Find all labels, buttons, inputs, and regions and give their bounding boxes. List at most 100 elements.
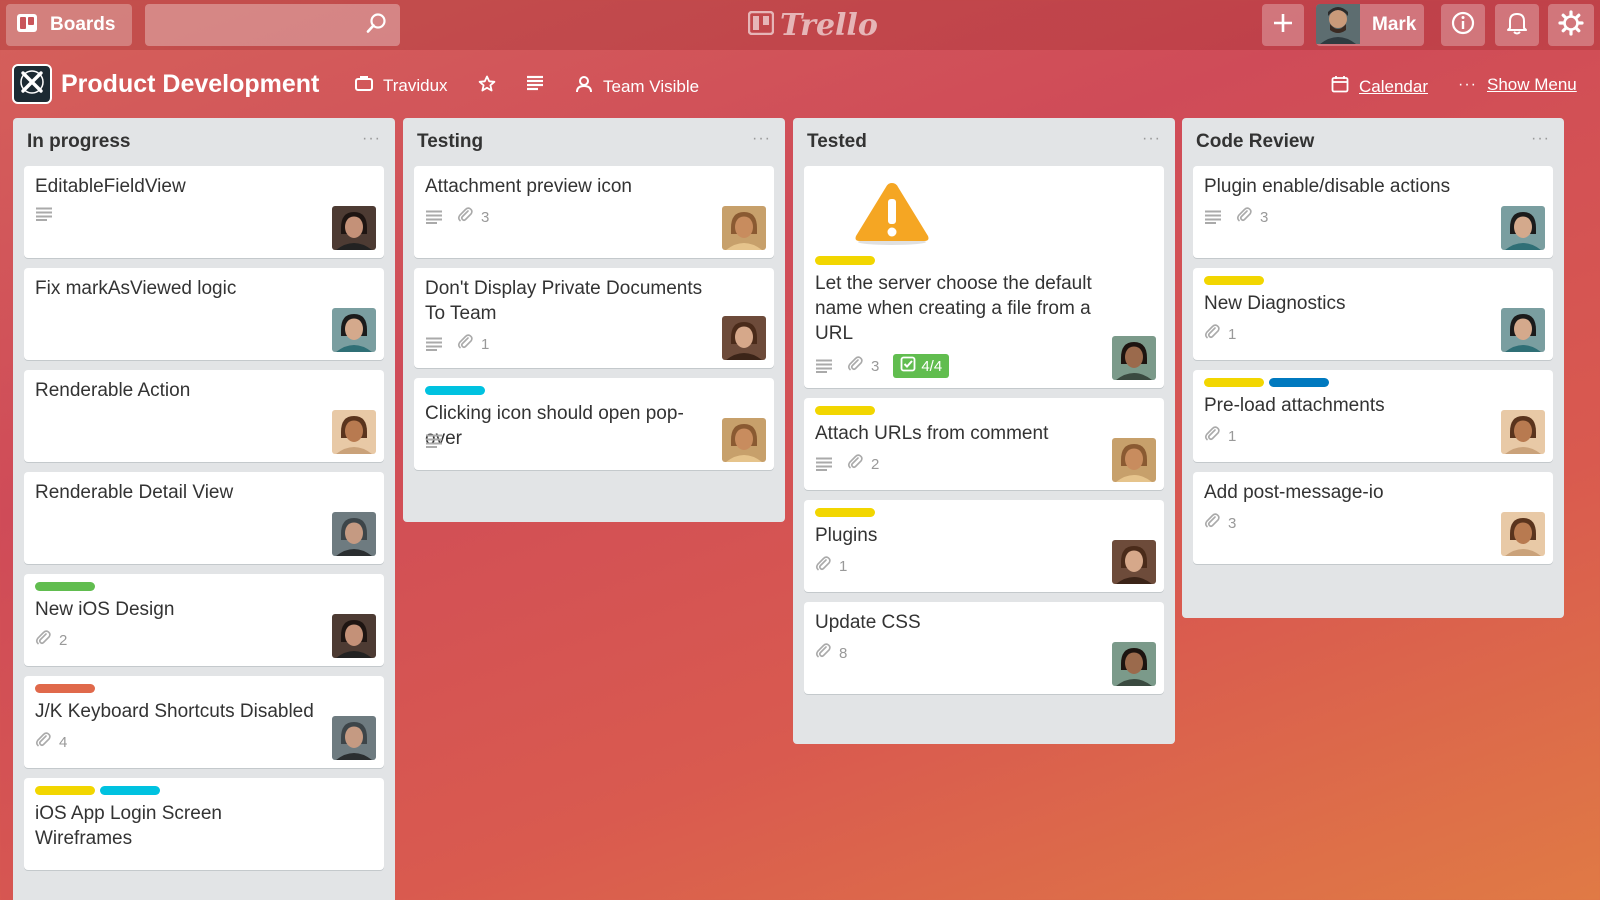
card-title: Add post-message-io <box>1204 482 1384 503</box>
activity-button[interactable] <box>526 75 544 96</box>
member-avatar[interactable] <box>1112 540 1156 584</box>
team-label: Travidux <box>383 75 448 95</box>
star-button[interactable] <box>478 75 496 98</box>
member-avatar[interactable] <box>332 716 376 760</box>
list-title[interactable]: Testing <box>417 131 483 153</box>
list-menu-icon[interactable]: ··· <box>1142 130 1161 148</box>
attachment-count: 3 <box>481 208 490 226</box>
show-menu-link[interactable]: ··· Show Menu <box>1458 75 1577 95</box>
member-avatar[interactable] <box>1501 206 1545 250</box>
member-avatar[interactable] <box>722 316 766 360</box>
card[interactable]: Renderable Detail View <box>24 472 384 564</box>
label-sky <box>100 786 160 795</box>
attachment-count: 4 <box>59 733 68 751</box>
list-title[interactable]: In progress <box>27 131 130 153</box>
list: In progress ··· EditableFieldView Fix mark… <box>13 118 395 900</box>
paperclip-icon <box>1204 426 1220 446</box>
board-header: Product Development Travidux Team Visibl… <box>0 60 1600 110</box>
card-title: J/K Keyboard Shortcuts Disabled <box>35 701 314 722</box>
notifications-button[interactable] <box>1495 4 1539 46</box>
attachment-count: 1 <box>1228 325 1237 343</box>
card[interactable]: New Diagnostics 1 <box>1193 268 1553 360</box>
member-avatar[interactable] <box>332 512 376 556</box>
settings-button[interactable] <box>1548 4 1594 46</box>
user-menu-button[interactable]: Mark <box>1316 4 1424 46</box>
list-menu-icon[interactable]: ··· <box>1531 130 1550 148</box>
card-title: Let the server choose the default name w… <box>815 273 1092 344</box>
description-icon <box>815 359 833 373</box>
list-title[interactable]: Code Review <box>1196 131 1314 153</box>
warning-icon <box>852 180 932 251</box>
card[interactable]: Add post-message-io 3 <box>1193 472 1553 564</box>
checklist-badge: 4/4 <box>893 354 950 378</box>
member-avatar[interactable] <box>332 410 376 454</box>
member-avatar[interactable] <box>1112 438 1156 482</box>
member-avatar[interactable] <box>332 614 376 658</box>
card-badges: 1 <box>1204 324 1236 344</box>
info-button[interactable] <box>1441 4 1485 46</box>
card[interactable]: Plugin enable/disable actions 3 <box>1193 166 1553 258</box>
card[interactable]: iOS App Login Screen Wireframes <box>24 778 384 870</box>
member-avatar[interactable] <box>722 206 766 250</box>
team-button[interactable]: Travidux <box>355 75 448 96</box>
list-title[interactable]: Tested <box>807 131 867 153</box>
card[interactable]: J/K Keyboard Shortcuts Disabled 4 <box>24 676 384 768</box>
paperclip-icon <box>815 643 831 663</box>
card[interactable]: Update CSS 8 <box>804 602 1164 694</box>
paperclip-icon <box>457 334 473 354</box>
add-button[interactable] <box>1262 4 1304 46</box>
card[interactable]: Don't Display Private Documents To Team 1 <box>414 268 774 368</box>
info-icon <box>1451 11 1475 40</box>
card[interactable]: Plugins 1 <box>804 500 1164 592</box>
calendar-link[interactable]: Calendar <box>1331 75 1428 98</box>
tools-icon <box>18 68 46 101</box>
star-icon <box>478 75 496 98</box>
card-badges: 8 <box>815 643 847 663</box>
card[interactable]: Clicking icon should open pop-over <box>414 378 774 470</box>
member-avatar[interactable] <box>1501 308 1545 352</box>
card[interactable]: EditableFieldView <box>24 166 384 258</box>
card-badges <box>425 434 443 448</box>
card[interactable]: Attach URLs from comment 2 <box>804 398 1164 490</box>
card-labels <box>815 256 875 265</box>
member-avatar[interactable] <box>722 418 766 462</box>
member-avatar[interactable] <box>332 308 376 352</box>
member-avatar[interactable] <box>1501 512 1545 556</box>
visibility-button[interactable]: Team Visible <box>575 75 699 98</box>
boards-button[interactable]: Boards <box>6 4 132 46</box>
card[interactable]: Let the server choose the default name w… <box>804 166 1164 388</box>
boards-label: Boards <box>50 14 116 35</box>
attachment-count: 1 <box>839 557 848 575</box>
card-badges <box>35 207 53 221</box>
card[interactable]: Pre-load attachments 1 <box>1193 370 1553 462</box>
label-yellow <box>35 786 95 795</box>
attachment-badge: 8 <box>815 643 847 663</box>
card-badges: 2 <box>35 630 67 650</box>
attachment-count: 3 <box>871 357 880 375</box>
trello-logo[interactable]: Trello <box>747 8 878 43</box>
card-title: Plugin enable/disable actions <box>1204 176 1451 197</box>
search-input[interactable] <box>145 4 400 46</box>
member-avatar[interactable] <box>1501 410 1545 454</box>
attachment-badge: 4 <box>35 732 67 752</box>
card-badges: 1 <box>425 334 489 354</box>
attachment-badge: 3 <box>1204 513 1236 533</box>
card-title: Renderable Action <box>35 380 191 401</box>
board-title[interactable]: Product Development <box>61 70 319 99</box>
member-avatar[interactable] <box>332 206 376 250</box>
card[interactable]: Attachment preview icon 3 <box>414 166 774 258</box>
list: Testing ··· Attachment preview icon 3 Don't… <box>403 118 785 522</box>
member-avatar[interactable] <box>1112 336 1156 380</box>
list-menu-icon[interactable]: ··· <box>752 130 771 148</box>
list-header: Code Review ··· <box>1182 118 1564 166</box>
card-badges: 3 <box>1204 207 1268 227</box>
list-header: In progress ··· <box>13 118 395 166</box>
paperclip-icon <box>1204 324 1220 344</box>
paperclip-icon <box>35 630 51 650</box>
list-menu-icon[interactable]: ··· <box>362 130 381 148</box>
card[interactable]: Fix markAsViewed logic <box>24 268 384 360</box>
user-avatar <box>1316 4 1360 46</box>
member-avatar[interactable] <box>1112 642 1156 686</box>
card[interactable]: Renderable Action <box>24 370 384 462</box>
card[interactable]: New iOS Design 2 <box>24 574 384 666</box>
